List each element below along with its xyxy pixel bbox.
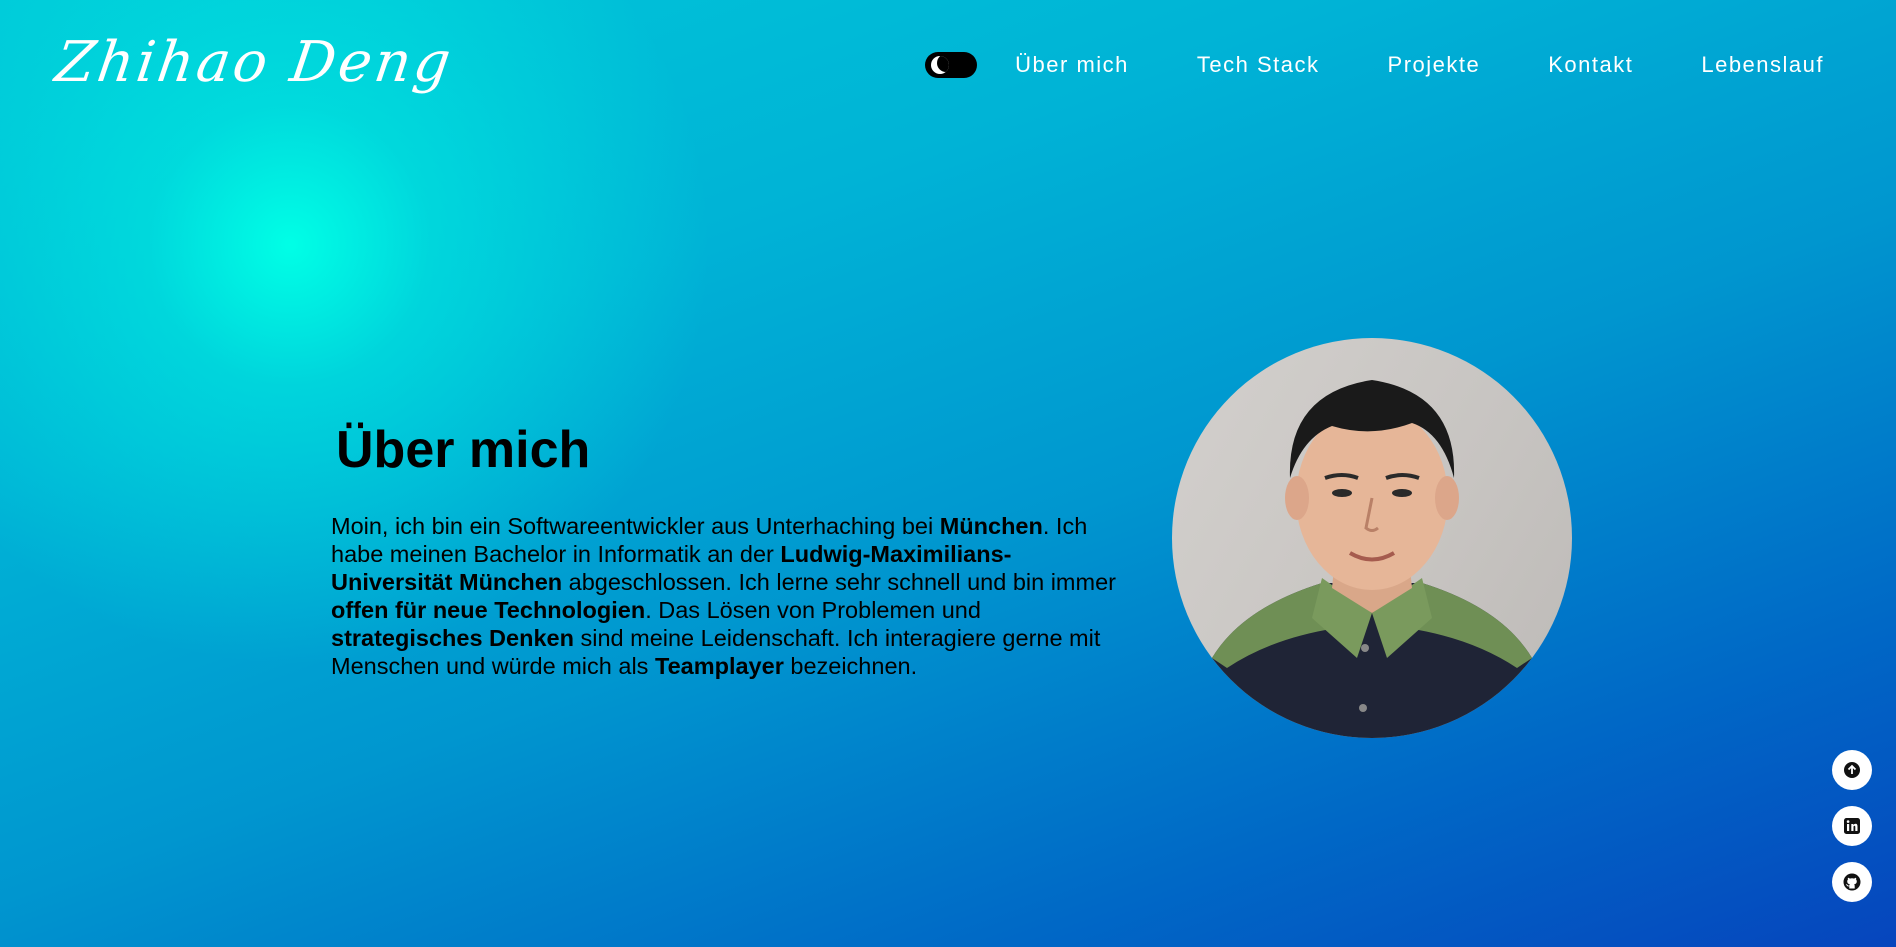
about-text-part: . Das Lösen von Problemen und — [645, 597, 981, 623]
about-text-bold: strategisches Denken — [331, 625, 574, 651]
nav-kontakt[interactable]: Kontakt — [1548, 52, 1633, 78]
linkedin-icon[interactable] — [1832, 806, 1872, 846]
about-text-part: Moin, ich bin ein Softwareentwickler aus… — [331, 513, 940, 539]
about-text-bold: Teamplayer — [654, 653, 784, 679]
dark-mode-toggle[interactable] — [925, 52, 978, 78]
profile-photo-illustration — [1192, 380, 1552, 738]
about-text-part: abgeschlossen. Ich lerne sehr schnell un… — [562, 569, 1116, 595]
site-logo[interactable]: Zhihao Deng — [51, 30, 457, 95]
about-text-bold: offen für neue Technologien — [331, 597, 646, 623]
about-title: Über mich — [336, 421, 591, 479]
main-navigation: Über mich Tech Stack Projekte Kontakt Le… — [925, 52, 1824, 78]
nav-lebenslauf[interactable]: Lebenslauf — [1701, 52, 1824, 78]
social-sidebar — [1832, 750, 1872, 918]
nav-projekte[interactable]: Projekte — [1388, 52, 1481, 78]
github-icon[interactable] — [1832, 862, 1872, 902]
profile-photo — [1172, 338, 1572, 738]
about-text-part: bezeichnen. — [783, 653, 918, 679]
about-text-bold: München — [939, 513, 1043, 539]
nav-tech-stack[interactable]: Tech Stack — [1197, 52, 1320, 78]
about-text: Moin, ich bin ein Softwareentwickler aus… — [331, 512, 1131, 680]
moon-icon — [931, 56, 950, 74]
arrow-up-icon[interactable] — [1832, 750, 1872, 790]
nav-ueber-mich[interactable]: Über mich — [1015, 52, 1129, 78]
